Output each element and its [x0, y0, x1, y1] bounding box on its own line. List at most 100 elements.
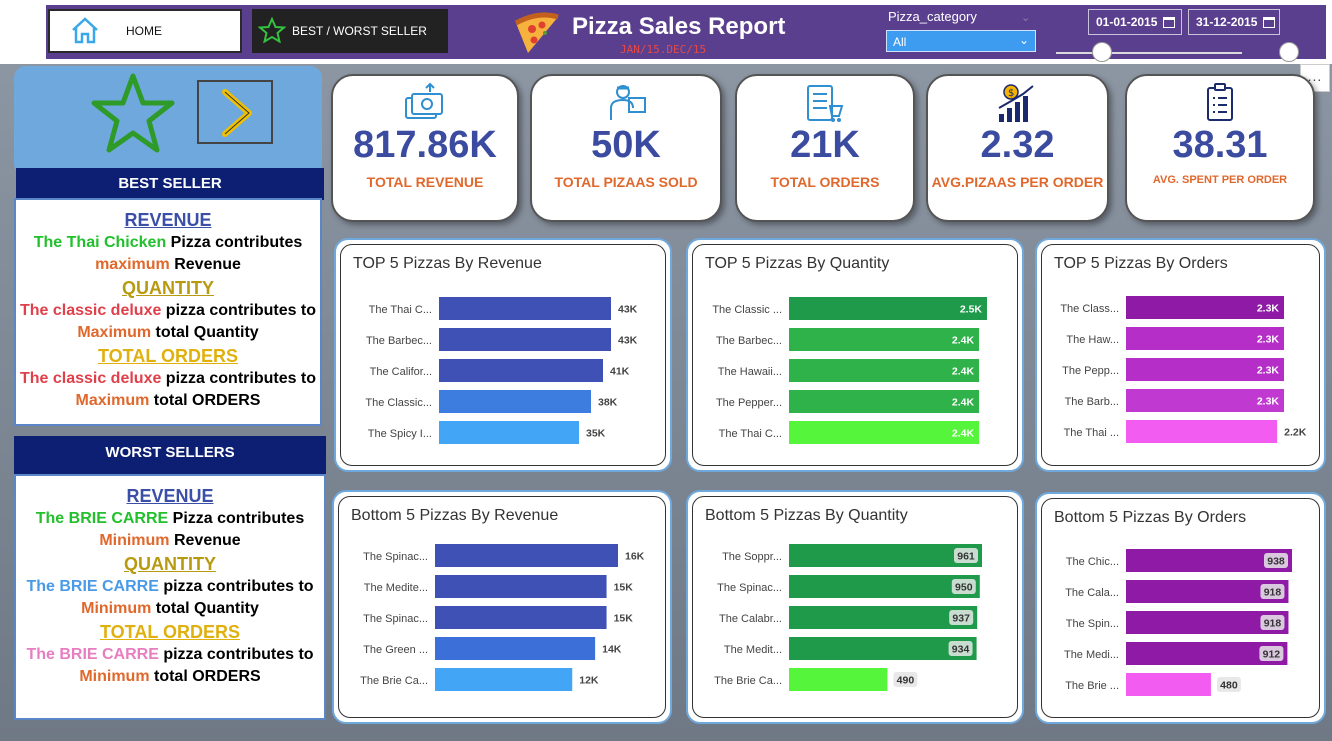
best-worst-seller-button[interactable]: BEST / WORST SELLER: [252, 9, 448, 53]
category-label: The Medi...: [1064, 649, 1119, 661]
worst-revenue-text1: Pizza contributes: [168, 510, 305, 527]
worst-orders-pizza: The BRIE CARRE: [26, 646, 159, 663]
start-date-input[interactable]: 01-01-2015: [1088, 9, 1182, 35]
calendar-icon[interactable]: [1163, 16, 1176, 28]
data-label: 2.4K: [952, 366, 975, 378]
best-orders-word: Maximum: [75, 392, 150, 409]
money-transfer-icon: [402, 82, 448, 129]
bar-chart-svg: The Soppr... 961 The Spinac... 950 The Calab…: [714, 544, 982, 691]
category-label: The Barbec...: [716, 335, 782, 347]
bar-chart-svg: The Classic ... 2.5K The Barbec... 2.4K The …: [712, 297, 987, 444]
calendar-icon[interactable]: [1263, 16, 1276, 28]
star-icon: [257, 16, 287, 46]
bar-chart-svg: The Thai C... 43K The Barbec... 43K The Cali…: [365, 297, 638, 444]
data-label: 41K: [610, 366, 630, 378]
category-label: The Thai C...: [719, 428, 782, 440]
worst-seller-heading: WORST SELLERS: [14, 436, 326, 474]
category-label: The Chic...: [1066, 556, 1119, 568]
worst-quantity-text2: total Quantity: [151, 600, 259, 617]
date-range-start-handle[interactable]: [1092, 42, 1112, 62]
data-label: 918: [1264, 618, 1282, 630]
category-label: The Thai C...: [369, 304, 432, 316]
best-quantity-title: QUANTITY: [122, 278, 214, 298]
page-title: Pizza Sales Report: [572, 13, 786, 40]
worst-revenue-word: Minimum: [99, 532, 170, 549]
worst-quantity-word: Minimum: [81, 600, 152, 617]
worst-orders-title: TOTAL ORDERS: [99, 622, 240, 642]
data-label: 918: [1264, 587, 1282, 599]
worst-quantity-pizza: The BRIE CARRE: [26, 578, 159, 595]
category-filter-label: Pizza_category: [888, 9, 977, 24]
date-range-end-handle[interactable]: [1279, 42, 1299, 62]
category-label: The Spinac...: [363, 551, 428, 563]
chart-top5-revenue: TOP 5 Pizzas By Revenue The Thai C... 43K…: [334, 238, 672, 472]
bar: [435, 637, 596, 660]
category-label: The Califor...: [370, 366, 432, 378]
end-date-value: 31-12-2015: [1196, 15, 1258, 29]
best-revenue-line2: maximum Revenue: [16, 254, 320, 276]
chevron-down-icon[interactable]: ⌄: [1021, 11, 1030, 24]
best-worst-label: BEST / WORST SELLER: [292, 24, 427, 38]
category-label: The Brie Ca...: [714, 675, 782, 687]
home-label: HOME: [126, 24, 162, 38]
chevron-right-icon: [222, 89, 252, 137]
category-label: The Soppr...: [722, 551, 782, 563]
category-label: The Hawaii...: [718, 366, 782, 378]
bar: [789, 575, 980, 598]
end-date-input[interactable]: 31-12-2015: [1188, 9, 1280, 35]
data-label: 15K: [614, 582, 634, 594]
date-range-slider-track[interactable]: [1056, 52, 1242, 54]
category-label: The Class...: [1060, 303, 1119, 315]
worst-revenue-text2: Revenue: [169, 532, 241, 549]
data-label: 490: [897, 675, 915, 687]
worst-quantity-text1: pizza contributes to: [158, 578, 314, 595]
data-label: 950: [955, 582, 973, 594]
best-quantity-text1: pizza contributes to: [161, 302, 317, 319]
category-label: The Medite...: [364, 582, 428, 594]
worst-quantity-line2: Minimum total Quantity: [16, 598, 324, 620]
kpi-total-pizzas-sold: 50K TOTAL PIZAAS SOLD: [530, 74, 722, 222]
bar: [789, 637, 977, 660]
kpi-value: 38.31: [1172, 124, 1268, 166]
category-label: The Spicy I...: [368, 428, 432, 440]
data-label: 937: [952, 613, 970, 625]
data-label: 16K: [625, 551, 645, 563]
home-button[interactable]: HOME: [48, 9, 242, 53]
data-label: 934: [952, 644, 970, 656]
best-quantity-line1: The classic deluxe pizza contributes to: [16, 300, 320, 322]
category-select[interactable]: All ⌄: [886, 30, 1036, 52]
bar: [789, 421, 980, 444]
chart-top5-orders: TOP 5 Pizzas By Orders The Class... 2.3K T…: [1035, 238, 1326, 472]
category-label: The Classic ...: [712, 304, 782, 316]
data-label: 2.4K: [952, 335, 975, 347]
best-orders-text1: pizza contributes to: [161, 370, 317, 387]
data-label: 43K: [618, 335, 638, 347]
data-label: 43K: [618, 304, 638, 316]
best-orders-text2: total ORDERS: [149, 392, 261, 409]
category-label: The Spinac...: [363, 613, 428, 625]
best-revenue-pizza: The Thai Chicken: [33, 234, 167, 251]
worst-orders-text2: total ORDERS: [149, 668, 261, 685]
worst-quantity-title: QUANTITY: [124, 554, 216, 574]
data-label: 2.4K: [952, 397, 975, 409]
data-label: 961: [957, 551, 975, 563]
kpi-label: TOTAL ORDERS: [770, 174, 880, 190]
kpi-value: 817.86K: [353, 124, 497, 166]
data-label: 14K: [602, 644, 622, 656]
best-orders-line1: The classic deluxe pizza contributes to: [16, 368, 320, 390]
home-icon: [70, 16, 100, 47]
worst-orders-text1: pizza contributes to: [158, 646, 314, 663]
bar: [435, 575, 607, 598]
data-label: 912: [1263, 649, 1281, 661]
best-seller-summary: REVENUE The Thai Chicken Pizza contribut…: [14, 198, 322, 426]
worst-orders-word: Minimum: [79, 668, 150, 685]
bar: [439, 328, 611, 351]
best-orders-pizza: The classic deluxe: [19, 370, 162, 387]
star-icon: [90, 72, 176, 159]
kpi-value: 50K: [591, 124, 661, 166]
category-select-value: All: [893, 35, 907, 49]
next-page-button[interactable]: [197, 80, 273, 144]
bar: [439, 421, 579, 444]
page-subtitle: JAN/15.DEC/15: [620, 43, 707, 56]
data-label: 38K: [598, 397, 618, 409]
